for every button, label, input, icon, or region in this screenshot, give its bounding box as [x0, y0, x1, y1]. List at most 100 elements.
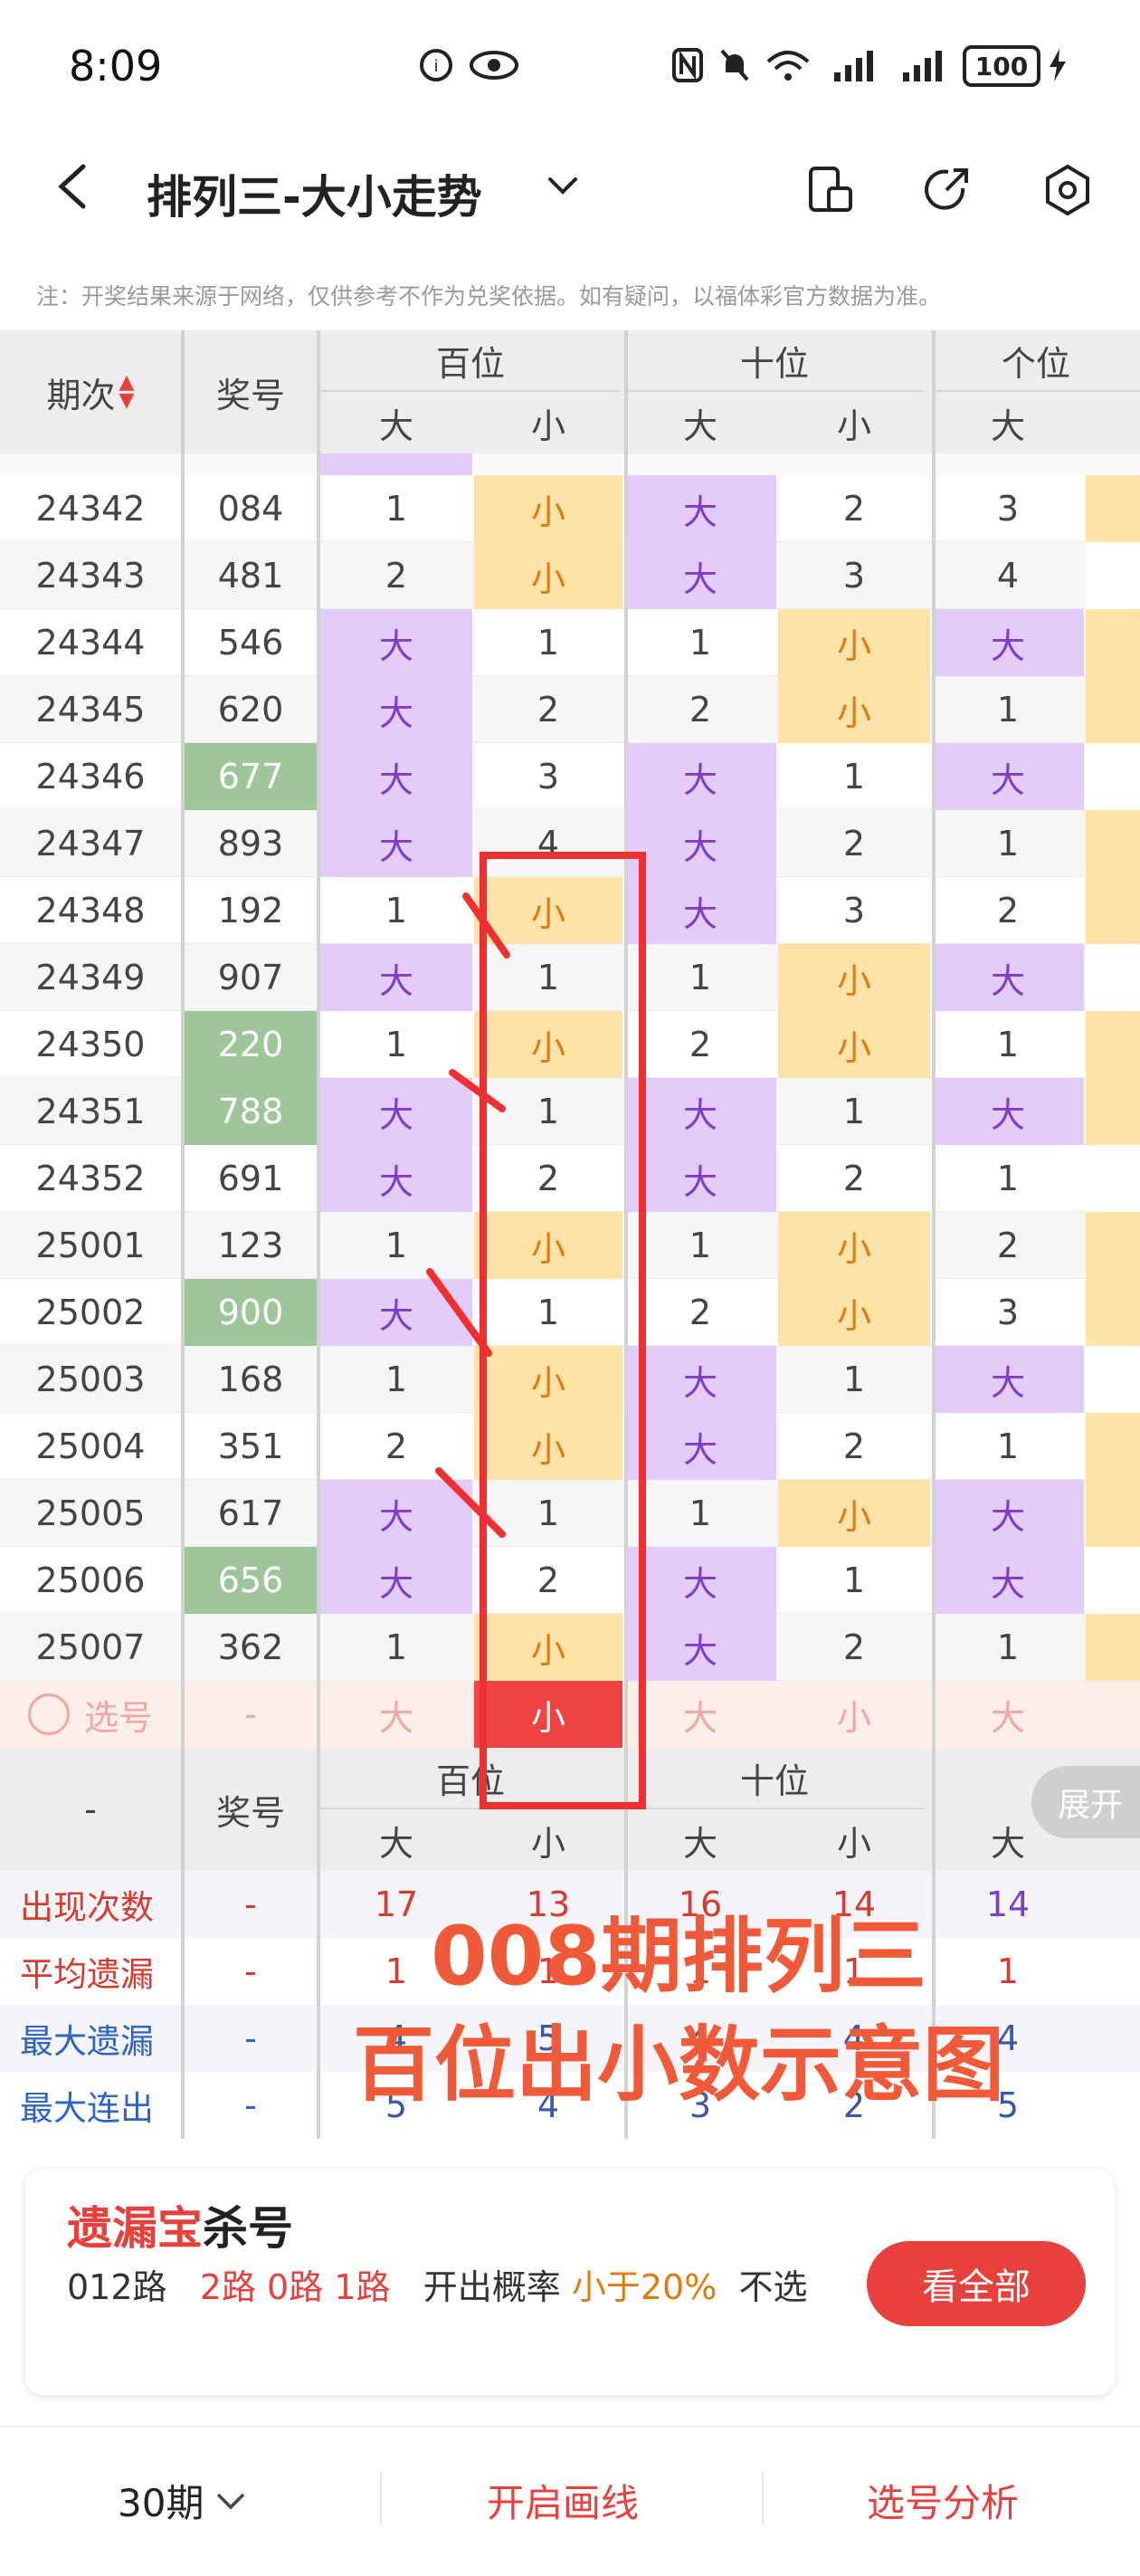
- view-all-button[interactable]: 看全部: [867, 2241, 1086, 2326]
- select-toggle[interactable]: 选号: [0, 1681, 181, 1748]
- stats-dash: -: [0, 1748, 181, 1871]
- trend-cell-edge: [1086, 1279, 1140, 1346]
- trend-cell: 大: [320, 609, 472, 676]
- promo-routes-value: 2路 0路 1路: [199, 2267, 391, 2307]
- back-icon[interactable]: [47, 159, 101, 214]
- number-cell: 123: [217, 1226, 284, 1265]
- select-big-button[interactable]: 大: [624, 1681, 776, 1748]
- trend-cell: 大: [320, 1279, 472, 1346]
- trend-cell: 大: [624, 1547, 776, 1614]
- subheader-big: 大: [624, 392, 776, 453]
- trend-cell: 1: [996, 1159, 1020, 1198]
- promo-tail: 不选: [738, 2267, 808, 2307]
- mute-bell-icon: [715, 47, 755, 83]
- trend-cell: 3: [842, 891, 866, 930]
- trend-cell: 大: [320, 810, 472, 877]
- draw-line-button[interactable]: 开启画线: [487, 2473, 639, 2528]
- expand-button[interactable]: 展开: [1031, 1766, 1140, 1838]
- trend-cell: 1: [537, 1493, 560, 1533]
- select-big-button[interactable]: 大: [932, 1681, 1084, 1748]
- promo-prob-label: 开出概率: [423, 2267, 561, 2307]
- stats-group-header: 百位: [320, 1748, 621, 1809]
- select-big-button[interactable]: 大: [320, 1681, 472, 1748]
- period-cell: 24350: [35, 1025, 146, 1064]
- subheader-big: 大: [932, 392, 1084, 453]
- partial-cell: [320, 453, 472, 475]
- trend-cell: 1: [537, 1092, 560, 1131]
- trend-cell: 小: [778, 1011, 930, 1078]
- select-small-button[interactable]: 小: [778, 1681, 930, 1748]
- trend-cell-edge: [1086, 810, 1140, 877]
- wifi-icon: [762, 47, 814, 83]
- page-title[interactable]: 排列三-大小走势: [147, 161, 482, 226]
- trend-cell-edge: [1086, 475, 1140, 542]
- trend-cell: 2: [689, 1025, 712, 1064]
- stats-subheader: 小: [474, 1809, 622, 1871]
- periods-selector[interactable]: 30期: [118, 2473, 249, 2528]
- trend-cell: 1: [996, 1627, 1020, 1667]
- trend-cell: 1: [689, 1493, 712, 1533]
- period-cell: 24346: [35, 757, 146, 797]
- settings-icon[interactable]: [1040, 163, 1095, 217]
- trend-cell: 小: [778, 609, 930, 676]
- trend-cell: 大: [932, 944, 1084, 1011]
- signal-icon: [831, 47, 881, 83]
- number-cell: 362: [217, 1627, 284, 1667]
- trend-cell: 3: [996, 489, 1020, 529]
- trend-table: 期次 ▲ ▼ 奖号 百位 十位 个位大小大小大 24342 084 1 小大 2 3 24343 481 2 小…: [0, 330, 1140, 2141]
- trend-cell: 2: [537, 1159, 560, 1198]
- trend-cell: 2: [537, 690, 560, 730]
- device-switch-icon[interactable]: [803, 163, 858, 217]
- trend-cell: 2: [385, 1426, 408, 1466]
- signal-icon-2: [899, 47, 950, 83]
- trend-cell: 大: [320, 743, 472, 810]
- trend-cell: 大: [320, 944, 472, 1011]
- trend-cell: 1: [537, 623, 560, 663]
- column-separator: [932, 330, 936, 2139]
- trend-cell: 大: [624, 542, 776, 609]
- trend-cell: 1: [842, 1092, 866, 1131]
- number-cell: 546: [217, 623, 284, 663]
- trend-cell: 小: [778, 1212, 930, 1279]
- select-small-button[interactable]: 小: [474, 1681, 622, 1748]
- number-cell: 620: [217, 690, 284, 730]
- trend-cell: 2: [842, 1627, 866, 1667]
- trend-cell-edge: [1086, 1078, 1140, 1145]
- trend-cell: 2: [385, 556, 408, 596]
- trend-cell: 4: [996, 556, 1020, 596]
- chevron-down-icon[interactable]: [545, 172, 588, 208]
- trend-cell: 小: [474, 1212, 622, 1279]
- trend-cell: 大: [320, 1078, 472, 1145]
- trend-cell: 小: [474, 1346, 622, 1413]
- trend-cell: 小: [778, 676, 930, 743]
- promo-brand: 遗漏宝: [67, 2202, 203, 2255]
- number-cell: 788: [185, 1078, 317, 1145]
- subheader-small: 小: [778, 392, 930, 453]
- trend-cell-edge: [1086, 676, 1140, 743]
- number-cell: 084: [217, 489, 284, 529]
- stats-subheader: 大: [624, 1809, 776, 1871]
- period-column-header[interactable]: 期次 ▲ ▼: [0, 330, 181, 453]
- trend-cell: 1: [385, 1025, 408, 1064]
- number-cell: 900: [185, 1279, 317, 1346]
- app-header: 排列三-大小走势: [0, 136, 1140, 253]
- trend-cell: 2: [996, 1226, 1020, 1265]
- trend-cell-edge: [1086, 542, 1140, 609]
- trend-cell: 2: [842, 824, 866, 863]
- trend-cell: 大: [320, 1547, 472, 1614]
- divider: [380, 2471, 382, 2525]
- trend-cell: 2: [842, 1159, 866, 1198]
- promo-route: 012路: [67, 2267, 167, 2307]
- trend-cell: 小: [474, 542, 622, 609]
- trend-cell: 1: [385, 1226, 408, 1265]
- number-cell: 893: [217, 824, 284, 863]
- trend-cell: 2: [689, 1293, 712, 1332]
- trend-cell: 1: [996, 1426, 1020, 1466]
- number-analysis-button[interactable]: 选号分析: [867, 2473, 1019, 2528]
- number-cell: 691: [217, 1159, 284, 1198]
- promo-prob-value: 小于20%: [571, 2267, 717, 2307]
- period-header-label: 期次: [46, 375, 116, 415]
- chevron-down-icon: [217, 2493, 245, 2509]
- trend-cell: 小: [778, 1480, 930, 1547]
- share-icon[interactable]: [919, 163, 974, 217]
